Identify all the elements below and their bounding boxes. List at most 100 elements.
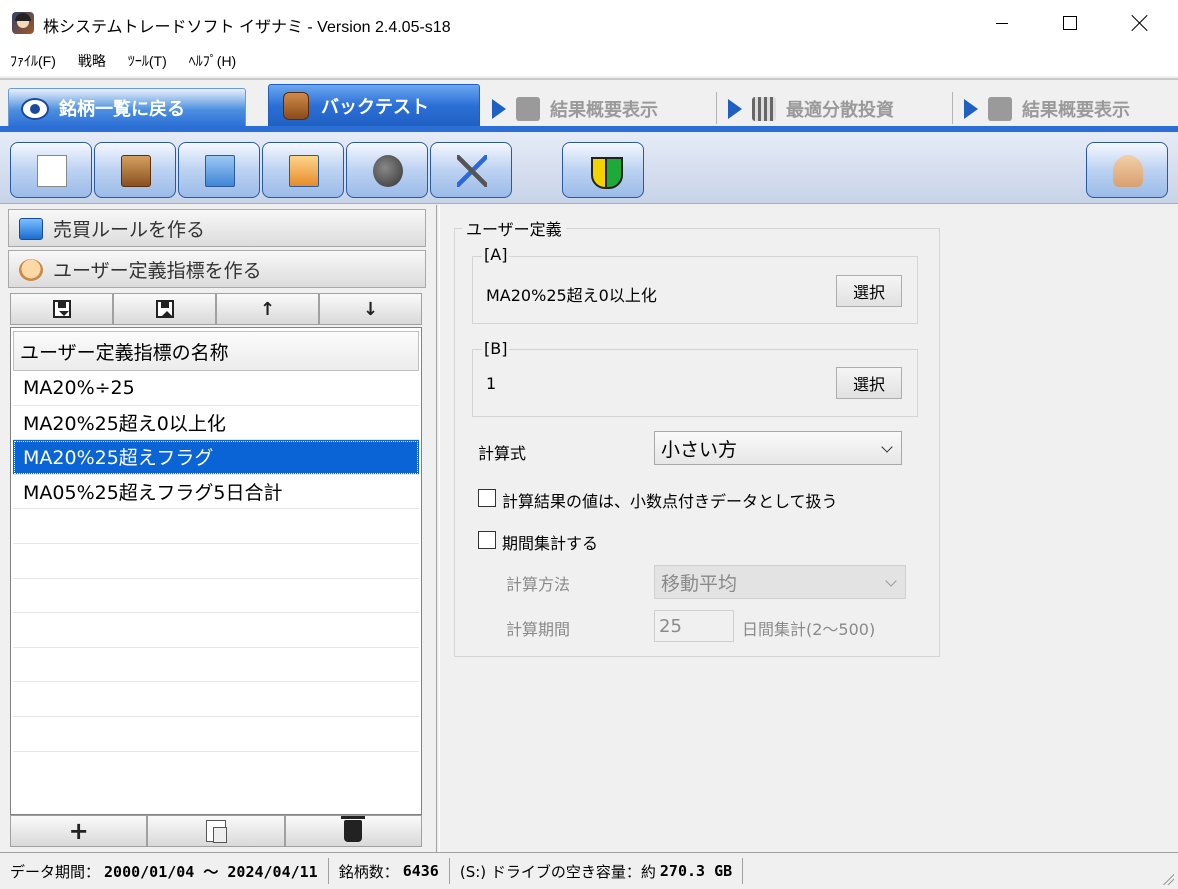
list-item[interactable]: MA20%÷25 <box>13 371 419 406</box>
arrow-down-icon: ↓ <box>362 298 379 320</box>
hand-icon <box>1113 155 1143 187</box>
list-item[interactable] <box>13 579 419 614</box>
save-up-button[interactable] <box>113 293 216 325</box>
tool-button-bar <box>0 132 1178 204</box>
menu-file[interactable]: ﾌｧｲﾙ(F) <box>10 51 56 71</box>
close-button[interactable] <box>1106 0 1174 46</box>
operand-b-title: [B] <box>482 339 510 358</box>
panel-splitter[interactable] <box>436 205 440 852</box>
period-aggregate-checkbox[interactable] <box>478 531 496 549</box>
export-button[interactable] <box>262 142 344 198</box>
window-title: 株システムトレードソフト イザナミ - Version 2.4.05-s18 <box>43 19 451 36</box>
add-indicator-button[interactable]: + <box>10 815 148 847</box>
list-item[interactable]: MA20%25超え0以上化 <box>13 406 419 441</box>
open-chest-button[interactable] <box>94 142 176 198</box>
data-period-label: データ期間： <box>10 862 101 881</box>
menu-help[interactable]: ﾍﾙﾌﾟ(H) <box>189 51 236 71</box>
period-aggregate-checkbox-label: 期間集計する <box>502 534 599 553</box>
close-icon <box>1131 14 1149 32</box>
tab-result-summary-2-label: 結果概要表示 <box>1022 100 1130 121</box>
new-document-icon <box>37 155 67 187</box>
tab-optimal-allocation[interactable]: 最適分散投資 <box>720 92 894 126</box>
list-edit-bar: + <box>10 815 422 847</box>
decimal-data-checkbox-label: 計算結果の値は、小数点付きデータとして扱う <box>502 492 838 511</box>
operand-a-value: MA20%25超え0以上化 <box>486 286 657 305</box>
list-item[interactable]: MA05%25超えフラグ5日合計 <box>13 475 419 510</box>
maximize-icon <box>1063 16 1077 30</box>
make-trade-rules-label: 売買ルールを作る <box>53 218 206 241</box>
import-button[interactable] <box>178 142 260 198</box>
operand-a-select-button[interactable]: 選択 <box>836 275 902 307</box>
backtest-tab[interactable]: バックテスト <box>268 84 480 128</box>
result-chart-icon <box>516 97 540 121</box>
user-definition-title: ユーザー定義 <box>462 216 566 240</box>
stock-count-label: 銘柄数： <box>338 862 399 881</box>
beginner-button[interactable] <box>562 142 644 198</box>
method-select-value: 移動平均 <box>661 572 738 595</box>
make-trade-rules-button[interactable]: 売買ルールを作る <box>8 209 426 247</box>
help-hand-button[interactable] <box>1086 142 1168 198</box>
list-item[interactable] <box>13 613 419 648</box>
stock-count-value: 6436 <box>402 862 439 880</box>
maximize-button[interactable] <box>1036 0 1104 46</box>
calculator-icon <box>752 97 776 121</box>
trash-icon <box>341 816 366 842</box>
result-table-icon <box>988 97 1012 121</box>
resize-grip-icon[interactable] <box>1160 871 1174 885</box>
treasure-chest-icon <box>121 155 151 187</box>
period-input[interactable]: 25 <box>654 610 734 642</box>
list-item-selected[interactable]: MA20%25超えフラグ <box>13 440 419 475</box>
user-face-icon <box>19 259 43 281</box>
operand-b-value: 1 <box>486 374 497 393</box>
user-indicator-list: ユーザー定義指標の名称 MA20%÷25 MA20%25超え0以上化 MA20%… <box>10 327 422 815</box>
list-item[interactable] <box>13 544 419 579</box>
mode-tab-bar: 銘柄一覧に戻る バックテスト 結果概要表示 最適分散投資 結果概要表示 <box>0 80 1178 132</box>
save-down-button[interactable] <box>10 293 113 325</box>
formula-label: 計算式 <box>478 444 527 463</box>
move-up-button[interactable]: ↑ <box>216 293 319 325</box>
tab-result-summary-2[interactable]: 結果概要表示 <box>956 92 1130 126</box>
status-bar: データ期間： 2000/01/04 ～ 2024/04/11 銘柄数： 6436… <box>0 852 1178 889</box>
status-stock-count: 銘柄数： 6436 <box>329 858 450 884</box>
tab-separator <box>716 92 717 124</box>
back-to-stock-list-tab[interactable]: 銘柄一覧に戻る <box>8 88 246 128</box>
decimal-data-checkbox[interactable] <box>478 489 496 507</box>
minimize-icon <box>996 22 1008 24</box>
minimize-button[interactable] <box>968 0 1036 46</box>
folder-import-icon <box>205 155 235 187</box>
palette-button[interactable] <box>346 142 428 198</box>
make-user-indicator-label: ユーザー定義指標を作る <box>53 259 262 282</box>
delete-indicator-button[interactable] <box>284 815 422 847</box>
menu-strategy[interactable]: 戦略 <box>78 51 106 71</box>
tab-result-summary-1[interactable]: 結果概要表示 <box>484 92 658 126</box>
left-panel: 売買ルールを作る ユーザー定義指標を作る ↑ ↓ ユーザー定義指標の名称 MA2… <box>0 205 436 852</box>
list-action-bar: ↑ ↓ <box>10 293 422 325</box>
tab-result-summary-1-label: 結果概要表示 <box>550 100 658 121</box>
chevron-down-icon <box>885 575 897 587</box>
play-arrow-icon <box>492 99 506 119</box>
copy-icon <box>205 820 227 843</box>
operand-b-select-button[interactable]: 選択 <box>836 367 902 399</box>
status-drive-space: (S:) ドライブの空き容量：約 270.3 GB <box>450 858 744 884</box>
method-select[interactable]: 移動平均 <box>654 565 906 599</box>
list-item[interactable] <box>13 648 419 683</box>
drive-space-value: 270.3 GB <box>659 862 733 880</box>
plus-icon: + <box>68 817 89 845</box>
tools-icon <box>457 155 487 187</box>
drive-space-label: (S:) ドライブの空き容量：約 <box>459 862 656 881</box>
menu-tools[interactable]: ﾂｰﾙ(T) <box>128 51 167 71</box>
new-button[interactable] <box>10 142 92 198</box>
list-column-header[interactable]: ユーザー定義指標の名称 <box>13 331 419 371</box>
list-item[interactable] <box>13 509 419 544</box>
list-item[interactable] <box>13 682 419 717</box>
list-item[interactable] <box>13 717 419 752</box>
arrow-up-icon: ↑ <box>259 298 276 320</box>
make-user-indicator-button[interactable]: ユーザー定義指標を作る <box>8 250 426 288</box>
move-down-button[interactable]: ↓ <box>319 293 422 325</box>
period-label: 計算期間 <box>506 620 571 639</box>
play-arrow-icon <box>964 99 978 119</box>
copy-indicator-button[interactable] <box>147 815 285 847</box>
formula-select[interactable]: 小さい方 <box>654 431 902 465</box>
tools-button[interactable] <box>430 142 512 198</box>
operand-a-title: [A] <box>482 245 510 264</box>
